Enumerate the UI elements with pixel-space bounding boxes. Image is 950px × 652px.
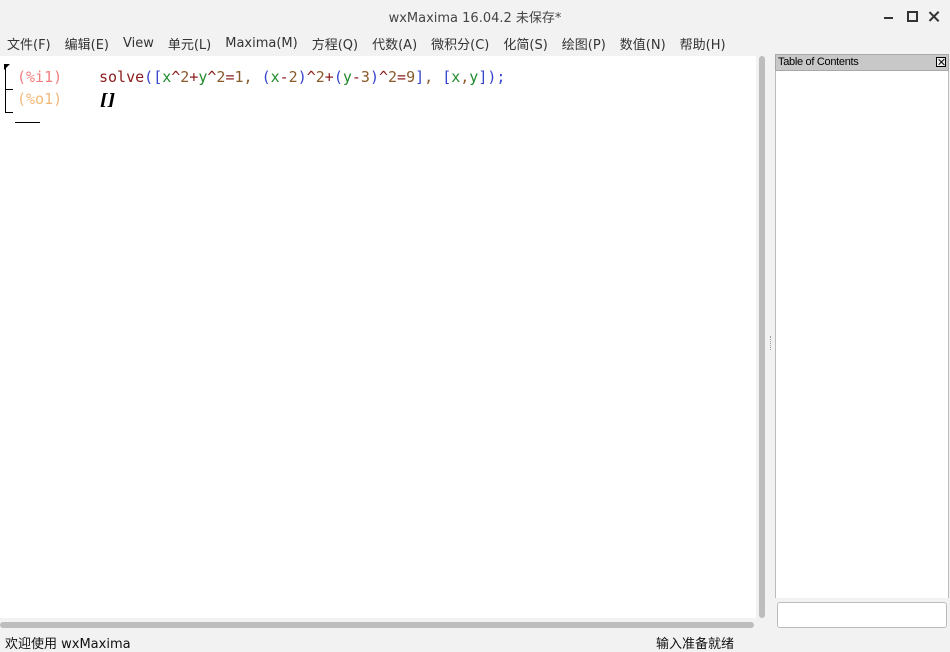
maximize-button[interactable] (904, 8, 920, 24)
menu-bar: 文件(F) 编辑(E) View 单元(L) Maxima(M) 方程(Q) 代… (0, 32, 950, 54)
menu-numeric[interactable]: 数值(N) (613, 34, 673, 53)
toc-title: Table of Contents (778, 56, 859, 68)
close-icon (929, 11, 940, 22)
maximize-icon (906, 10, 918, 22)
toc-search-input[interactable] (777, 602, 947, 628)
status-message: 欢迎使用 wxMaxima (5, 637, 131, 652)
worksheet-vertical-scrollbar[interactable] (756, 56, 768, 618)
menu-plot[interactable]: 绘图(P) (555, 34, 613, 53)
worksheet-horizontal-scrollbar[interactable] (0, 618, 756, 630)
horizontal-scroll-thumb[interactable] (0, 622, 754, 628)
menu-file[interactable]: 文件(F) (0, 34, 58, 53)
horizontal-cursor (15, 122, 40, 123)
close-icon[interactable] (936, 57, 946, 67)
minimize-button[interactable] (880, 8, 896, 24)
menu-simplify[interactable]: 化简(S) (496, 34, 554, 53)
pane-splitter[interactable] (768, 56, 774, 630)
window-title: wxMaxima 16.04.2 未保存* (388, 11, 562, 26)
menu-calculus[interactable]: 微积分(C) (424, 34, 496, 53)
cell-bracket-divider (5, 89, 13, 90)
status-bar: 欢迎使用 wxMaxima 输入准备就绪 (0, 630, 950, 652)
title-bar: wxMaxima 16.04.2 未保存* (0, 0, 950, 32)
menu-equations[interactable]: 方程(Q) (305, 34, 365, 53)
output-value: [] (100, 90, 116, 109)
vertical-scroll-thumb[interactable] (759, 56, 765, 618)
minimize-icon (883, 17, 893, 19)
menu-view[interactable]: View (116, 36, 161, 51)
toc-panel: Table of Contents (775, 54, 950, 630)
menu-cell[interactable]: 单元(L) (161, 34, 218, 53)
menu-edit[interactable]: 编辑(E) (58, 34, 116, 53)
toc-list[interactable] (775, 71, 949, 598)
input-code[interactable]: solve([x^2+y^2=1, (x-2)^2+(y-3)^2=9], [x… (99, 68, 505, 86)
menu-algebra[interactable]: 代数(A) (365, 34, 424, 53)
status-ready: 输入准备就绪 (656, 637, 735, 652)
toc-header: Table of Contents (775, 54, 949, 71)
menu-help[interactable]: 帮助(H) (673, 34, 733, 53)
input-label: (%i1) (17, 68, 63, 86)
splitter-grip-icon[interactable] (770, 336, 773, 350)
cell-bracket-end (5, 112, 13, 113)
cell-fold-triangle-icon[interactable] (4, 64, 10, 70)
close-button[interactable] (926, 8, 942, 24)
worksheet[interactable]: (%i1) (%o1) solve([x^2+y^2=1, (x-2)^2+(y… (0, 56, 756, 618)
output-label: (%o1) (17, 90, 63, 108)
menu-maxima[interactable]: Maxima(M) (218, 36, 304, 51)
